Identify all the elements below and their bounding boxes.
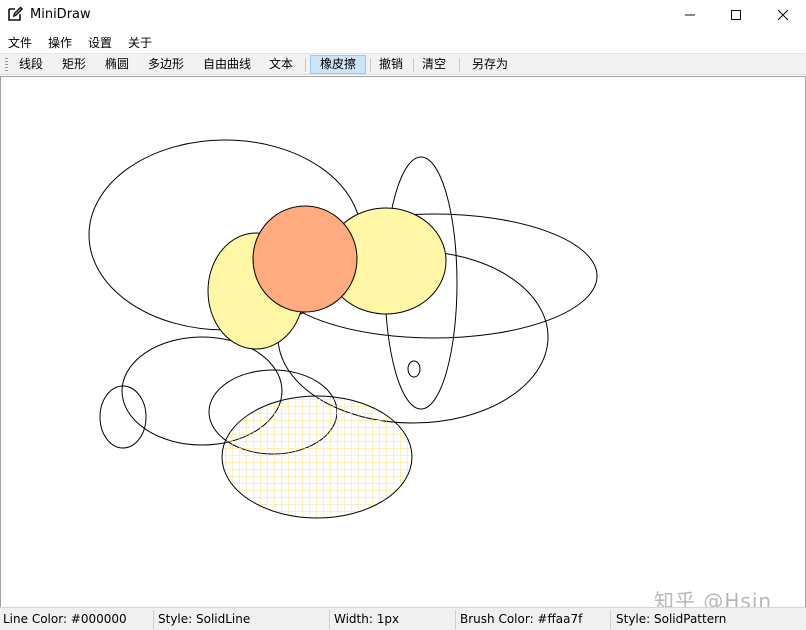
status-brush-color: Brush Color: #ffaa7f xyxy=(460,612,583,626)
status-line-width: Width: 1px xyxy=(334,612,400,626)
status-line-style: Style: SolidLine xyxy=(158,612,251,626)
menu-bar: 文件 操作 设置 关于 xyxy=(0,30,806,52)
close-button[interactable] xyxy=(760,0,806,30)
minimize-icon xyxy=(684,9,696,21)
ellipse-shape[interactable] xyxy=(407,360,421,378)
status-divider xyxy=(153,610,154,629)
status-divider xyxy=(610,610,611,629)
toolbar-separator xyxy=(459,58,460,72)
undo-button[interactable]: 撤销 xyxy=(374,55,408,74)
tool-polygon[interactable]: 多边形 xyxy=(143,55,189,74)
minimize-button[interactable] xyxy=(667,0,713,30)
menu-settings[interactable]: 设置 xyxy=(88,34,112,51)
maximize-icon xyxy=(730,9,742,21)
drawing-canvas[interactable] xyxy=(0,76,806,607)
orange-circle-shape[interactable] xyxy=(252,205,358,313)
pencil-edit-icon xyxy=(6,5,24,23)
title-bar: MiniDraw xyxy=(0,0,806,30)
ellipse-shape[interactable] xyxy=(99,385,147,449)
menu-operation[interactable]: 操作 xyxy=(48,34,72,51)
status-brush-style: Style: SolidPattern xyxy=(616,612,727,626)
close-icon xyxy=(777,9,789,21)
maximize-button[interactable] xyxy=(713,0,759,30)
window-title: MiniDraw xyxy=(30,7,91,22)
status-bar: Line Color: #000000 Style: SolidLine Wid… xyxy=(0,607,806,630)
clear-button[interactable]: 清空 xyxy=(417,55,451,74)
tool-line[interactable]: 线段 xyxy=(14,55,48,74)
hatched-ellipse-shape[interactable] xyxy=(221,395,413,519)
toolbar-separator xyxy=(370,58,371,72)
toolbar-separator xyxy=(413,58,414,72)
menu-file[interactable]: 文件 xyxy=(8,34,32,51)
toolbar-grip[interactable] xyxy=(5,58,8,72)
toolbar-separator xyxy=(305,58,306,72)
tool-eraser[interactable]: 橡皮擦 xyxy=(310,55,366,74)
menu-about[interactable]: 关于 xyxy=(128,34,152,51)
toolbar: 线段 矩形 椭圆 多边形 自由曲线 文本 橡皮擦 撤销 清空 另存为 xyxy=(0,53,806,75)
tool-rectangle[interactable]: 矩形 xyxy=(57,55,91,74)
tool-text[interactable]: 文本 xyxy=(264,55,298,74)
status-divider xyxy=(455,610,456,629)
status-line-color: Line Color: #000000 xyxy=(3,612,127,626)
save-as-button[interactable]: 另存为 xyxy=(467,55,513,74)
tool-ellipse[interactable]: 椭圆 xyxy=(100,55,134,74)
tool-freehand[interactable]: 自由曲线 xyxy=(198,55,256,74)
status-divider xyxy=(329,610,330,629)
